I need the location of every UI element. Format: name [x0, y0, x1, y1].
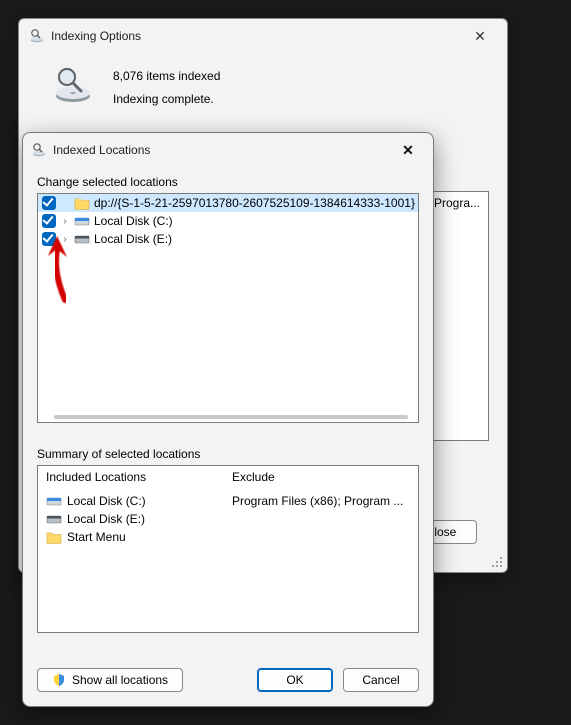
tree-row[interactable]: dp://{S-1-5-21-2597013780-2607525109-138… [38, 194, 418, 212]
window-title: Indexing Options [51, 29, 463, 43]
folder-icon [46, 530, 62, 544]
included-item-label: Start Menu [67, 530, 126, 544]
exclude-item-label: Program Files (x86); Program ... [232, 494, 403, 508]
included-header[interactable]: Included Locations [46, 470, 224, 484]
close-icon[interactable]: ✕ [391, 139, 425, 162]
tree-row[interactable]: › Local Disk (C:) [38, 212, 418, 230]
indexing-status: 8,076 items indexed Indexing complete. [113, 65, 220, 111]
checkbox[interactable] [42, 196, 56, 210]
resize-grip[interactable] [491, 556, 503, 568]
window-titlebar: Indexing Options ✕ [19, 19, 507, 51]
summary-label: Summary of selected locations [37, 447, 419, 461]
shield-icon [52, 673, 66, 687]
chevron-right-icon[interactable]: › [60, 216, 70, 227]
included-item-label: Local Disk (E:) [67, 512, 145, 526]
cancel-button[interactable]: Cancel [343, 668, 419, 692]
locations-tree[interactable]: dp://{S-1-5-21-2597013780-2607525109-138… [37, 193, 419, 423]
tree-row-label: Local Disk (E:) [94, 232, 172, 246]
checkbox[interactable] [42, 214, 56, 228]
items-indexed-text: 8,076 items indexed [113, 65, 220, 88]
folder-icon [74, 196, 90, 210]
list-item[interactable]: Local Disk (C:) [46, 492, 224, 510]
tree-row[interactable]: › Local Disk (E:) [38, 230, 418, 248]
summary-box: Included Locations Local Disk (C:) Local… [37, 465, 419, 633]
indexed-locations-dialog: Indexed Locations ✕ Change selected loca… [22, 132, 434, 707]
indexing-icon-large [51, 65, 95, 105]
disk-icon [74, 233, 90, 245]
dialog-title: Indexed Locations [53, 143, 391, 157]
exclude-header[interactable]: Exclude [232, 470, 410, 484]
included-item-label: Local Disk (C:) [67, 494, 146, 508]
close-button[interactable]: ✕ [463, 25, 497, 47]
dialog-button-row: Show all locations OK Cancel [37, 668, 419, 692]
ok-button[interactable]: OK [257, 668, 333, 692]
list-item[interactable]: Local Disk (E:) [46, 510, 224, 528]
indexing-icon [29, 28, 45, 44]
indexing-status-text: Indexing complete. [113, 88, 220, 111]
dialog-titlebar: Indexed Locations ✕ [23, 133, 433, 165]
change-locations-label: Change selected locations [37, 175, 419, 189]
list-item[interactable]: Start Menu [46, 528, 224, 546]
disk-icon [74, 215, 90, 227]
chevron-right-icon[interactable]: › [60, 234, 70, 245]
indexing-icon [31, 142, 47, 158]
show-all-label: Show all locations [72, 669, 168, 691]
exclude-item[interactable]: Program Files (x86); Program ... [232, 492, 410, 510]
disk-icon [46, 495, 62, 507]
horizontal-scrollbar[interactable] [54, 415, 408, 419]
tree-row-label: dp://{S-1-5-21-2597013780-2607525109-138… [94, 196, 415, 210]
show-all-locations-button[interactable]: Show all locations [37, 668, 183, 692]
checkbox[interactable] [42, 232, 56, 246]
disk-icon [46, 513, 62, 525]
tree-row-label: Local Disk (C:) [94, 214, 173, 228]
